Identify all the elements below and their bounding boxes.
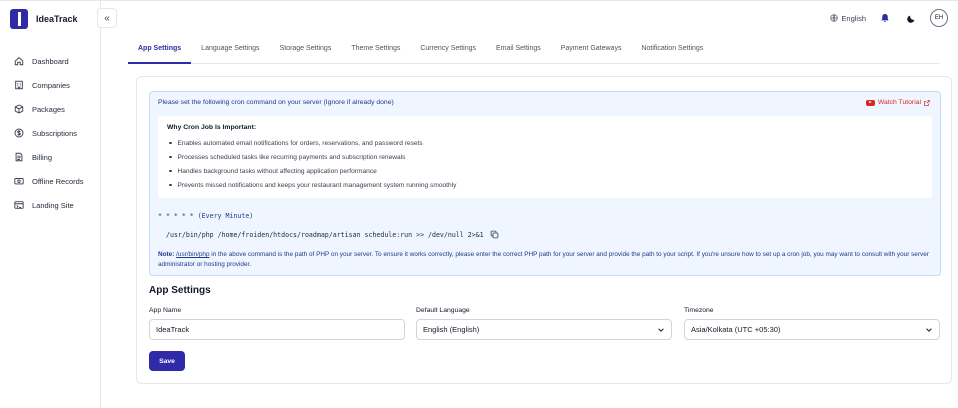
why-cron-list: Enables automated email notifications fo… [167, 136, 923, 192]
timezone-select[interactable]: Asia/Kolkata (UTC +05:30) [684, 319, 940, 340]
sidebar-item-billing[interactable]: Billing [14, 145, 84, 169]
notifications-button[interactable] [878, 11, 892, 25]
cron-command-row: /usr/bin/php /home/froiden/htdocs/roadma… [166, 230, 499, 239]
sidebar-item-label: Billing [32, 152, 53, 162]
globe-icon [830, 14, 839, 22]
home-icon [14, 57, 24, 66]
why-cron-title: Why Cron Job Is Important: [167, 124, 257, 131]
bell-icon [881, 14, 889, 22]
sidebar-item-label: Packages [32, 104, 65, 114]
sidebar-item-label: Dashboard [32, 56, 69, 66]
cash-icon [14, 178, 24, 185]
sidebar: IdeaTrack Dashboard Companies Packages S… [0, 1, 101, 408]
moon-icon [906, 15, 914, 23]
building-icon [15, 80, 23, 90]
app-name: IdeaTrack [36, 14, 78, 24]
copy-icon[interactable] [490, 230, 499, 239]
tab-language-settings[interactable]: Language Settings [191, 36, 269, 64]
sidebar-item-landing-site[interactable]: Landing Site [14, 193, 84, 217]
watch-tutorial-label: Watch Tutorial [877, 99, 921, 106]
collapse-sidebar-button[interactable]: « [97, 8, 117, 28]
timezone-field: Timezone Asia/Kolkata (UTC +05:30) [684, 307, 940, 340]
why-cron-panel: Why Cron Job Is Important: Enables autom… [158, 116, 932, 198]
youtube-icon [865, 99, 875, 106]
app-name-field: App Name IdeaTrack [149, 307, 405, 340]
default-language-select[interactable]: English (English) [416, 319, 672, 340]
list-item: Enables automated email notifications fo… [167, 136, 923, 150]
brand[interactable]: IdeaTrack [10, 9, 78, 29]
sidebar-item-label: Offline Records [32, 176, 84, 186]
document-icon [15, 152, 23, 162]
cron-schedule: * * * * * (Every Minute) [158, 212, 254, 220]
default-language-value: English (English) [423, 325, 480, 334]
tab-payment-gateways[interactable]: Payment Gateways [551, 36, 632, 64]
box-icon [14, 104, 24, 114]
sidebar-item-subscriptions[interactable]: Subscriptions [14, 121, 84, 145]
language-switcher[interactable]: English [830, 14, 866, 23]
top-divider [0, 0, 958, 1]
sidebar-item-label: Subscriptions [32, 128, 78, 138]
language-label: English [841, 13, 866, 23]
chevron-down-icon [658, 327, 664, 332]
cron-note: Note: /usr/bin/php in the above command … [158, 250, 934, 270]
app-name-label: App Name [149, 307, 182, 314]
note-label: Note: [158, 251, 175, 258]
note-php-path: /usr/bin/php [176, 251, 210, 258]
sidebar-item-label: Landing Site [32, 200, 74, 210]
list-item: Handles background tasks without affecti… [167, 164, 923, 178]
dark-mode-toggle[interactable] [904, 11, 918, 25]
tab-theme-settings[interactable]: Theme Settings [341, 36, 410, 64]
chevron-down-icon [926, 327, 932, 332]
settings-tabs: App Settings Language Settings Storage S… [128, 36, 940, 64]
tab-currency-settings[interactable]: Currency Settings [410, 36, 486, 64]
sidebar-nav: Dashboard Companies Packages Subscriptio… [14, 49, 84, 217]
sidebar-item-label: Companies [32, 80, 70, 90]
app-logo [10, 9, 28, 29]
tab-notification-settings[interactable]: Notification Settings [631, 36, 713, 64]
save-button[interactable]: Save [149, 351, 185, 371]
browser-icon [14, 201, 24, 209]
double-chevron-left-icon: « [104, 12, 110, 24]
note-text: in the above command is the path of PHP … [158, 251, 929, 268]
header-actions: English EH [830, 9, 948, 27]
cron-heading: Please set the following cron command on… [158, 99, 394, 106]
watch-tutorial-link[interactable]: Watch Tutorial [865, 99, 930, 106]
timezone-label: Timezone [684, 307, 714, 314]
default-language-field: Default Language English (English) [416, 307, 672, 340]
sidebar-item-offline-records[interactable]: Offline Records [14, 169, 84, 193]
sidebar-item-dashboard[interactable]: Dashboard [14, 49, 84, 73]
list-item: Processes scheduled tasks like recurring… [167, 150, 923, 164]
tab-storage-settings[interactable]: Storage Settings [270, 36, 342, 64]
external-link-icon [924, 99, 930, 106]
app-name-value: IdeaTrack [156, 325, 190, 334]
tab-app-settings[interactable]: App Settings [128, 36, 192, 64]
app-name-input[interactable]: IdeaTrack [149, 319, 405, 340]
sidebar-item-packages[interactable]: Packages [14, 97, 84, 121]
user-avatar[interactable]: EH [930, 9, 948, 27]
timezone-value: Asia/Kolkata (UTC +05:30) [691, 325, 781, 334]
sidebar-item-companies[interactable]: Companies [14, 73, 84, 97]
tab-email-settings[interactable]: Email Settings [486, 36, 551, 64]
cron-command: /usr/bin/php /home/froiden/htdocs/roadma… [166, 230, 484, 239]
default-language-label: Default Language [416, 307, 470, 314]
app-settings-title: App Settings [149, 285, 211, 296]
dollar-icon [14, 128, 24, 138]
cron-info-box: Please set the following cron command on… [149, 91, 941, 276]
settings-card: Please set the following cron command on… [136, 76, 952, 384]
list-item: Prevents missed notifications and keeps … [167, 178, 923, 192]
